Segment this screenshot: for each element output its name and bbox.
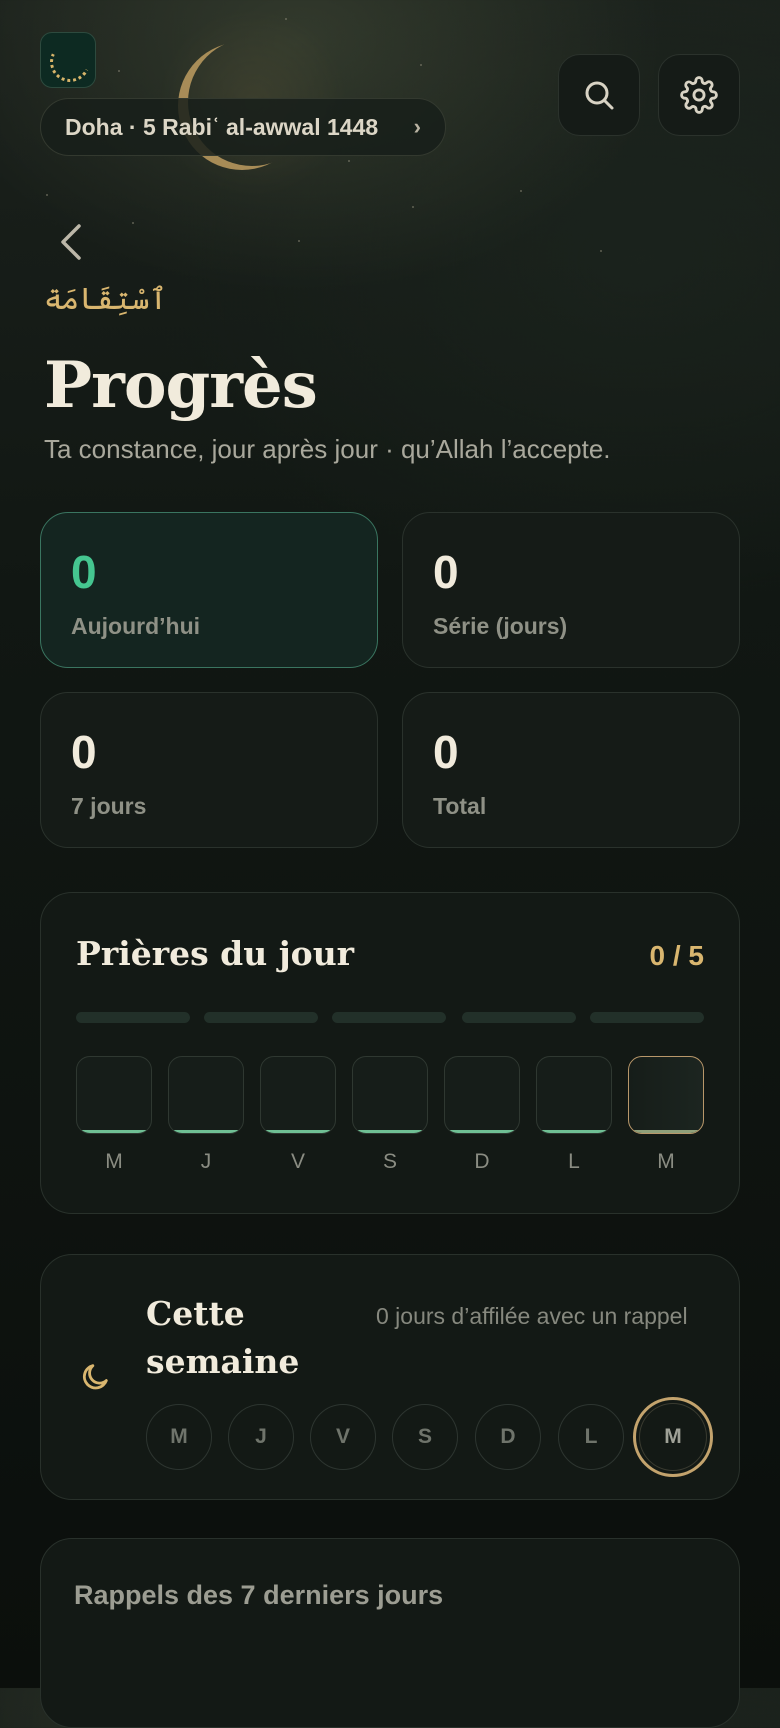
day-label: L: [568, 1150, 580, 1173]
day-label: J: [200, 1150, 212, 1173]
settings-button[interactable]: [658, 54, 740, 136]
prayer-progress-segment: [462, 1012, 576, 1023]
day-label: S: [382, 1150, 397, 1173]
day-label: V: [290, 1150, 305, 1173]
prayer-progress-segment: [332, 1012, 446, 1023]
day-history-cell[interactable]: [444, 1056, 520, 1134]
day-label: D: [474, 1150, 490, 1173]
stat-label: Série (jours): [433, 613, 568, 639]
day-history-cell[interactable]: [536, 1056, 612, 1134]
chevron-left-icon: [61, 224, 81, 260]
reminders-title: Rappels des 7 derniers jours: [74, 1580, 444, 1610]
stat-value: 0: [433, 726, 459, 778]
day-history-cell[interactable]: [352, 1056, 428, 1134]
page-title: Progrès: [44, 348, 318, 423]
prayer-progress-segment: [76, 1012, 190, 1023]
stat-label: Total: [433, 793, 487, 819]
arabic-heading: ٱسْتِقَامَة: [44, 282, 168, 317]
week-day-circle: L: [558, 1404, 624, 1470]
stat-card-today: 0 Aujourd’hui: [40, 512, 378, 668]
week-day-circle-today: M: [633, 1397, 713, 1477]
prayers-count: 0 / 5: [649, 940, 704, 971]
location-date-pill[interactable]: Doha · 5 Rabiʿ al-awwal 1448 ›: [40, 98, 446, 156]
moon-icon: [83, 1364, 108, 1390]
week-day-circle: M: [146, 1404, 212, 1470]
day-history-cell-today[interactable]: [628, 1056, 704, 1134]
search-button[interactable]: [558, 54, 640, 136]
day-history-cell[interactable]: [76, 1056, 152, 1134]
stat-card-streak: 0 Série (jours): [402, 512, 740, 668]
app-logo[interactable]: [40, 32, 96, 88]
week-day-circle: S: [392, 1404, 458, 1470]
week-title: Cette semaine: [146, 1294, 300, 1381]
week-day-circle: V: [310, 1404, 376, 1470]
back-button[interactable]: [52, 218, 92, 266]
week-card: [40, 1254, 740, 1500]
stat-value: 0: [71, 726, 97, 778]
stat-card-total: 0 Total: [402, 692, 740, 848]
stat-label: 7 jours: [71, 793, 147, 819]
gear-icon: [680, 76, 718, 114]
day-label: M: [105, 1150, 123, 1173]
prayers-title: Prières du jour: [76, 934, 355, 973]
week-day-circle: J: [228, 1404, 294, 1470]
week-subtitle: 0 jours d’affilée avec un rappel: [376, 1303, 688, 1329]
location-date-label: Doha · 5 Rabiʿ al-awwal 1448: [65, 113, 379, 140]
day-history-cell[interactable]: [168, 1056, 244, 1134]
day-history-cell[interactable]: [260, 1056, 336, 1134]
stat-value: 0: [71, 546, 97, 598]
stat-value: 0: [433, 546, 459, 598]
stat-card-7days: 0 7 jours: [40, 692, 378, 848]
prayer-progress-segment: [590, 1012, 704, 1023]
week-day-circle: D: [475, 1404, 541, 1470]
prayer-progress-segment: [204, 1012, 318, 1023]
reminders-card: [40, 1538, 740, 1728]
stat-label: Aujourd’hui: [71, 613, 201, 639]
day-label: M: [657, 1150, 675, 1173]
page-subtitle: Ta constance, jour après jour · qu’Allah…: [44, 434, 611, 464]
chevron-right-icon: ›: [413, 114, 421, 139]
search-icon: [585, 81, 614, 110]
